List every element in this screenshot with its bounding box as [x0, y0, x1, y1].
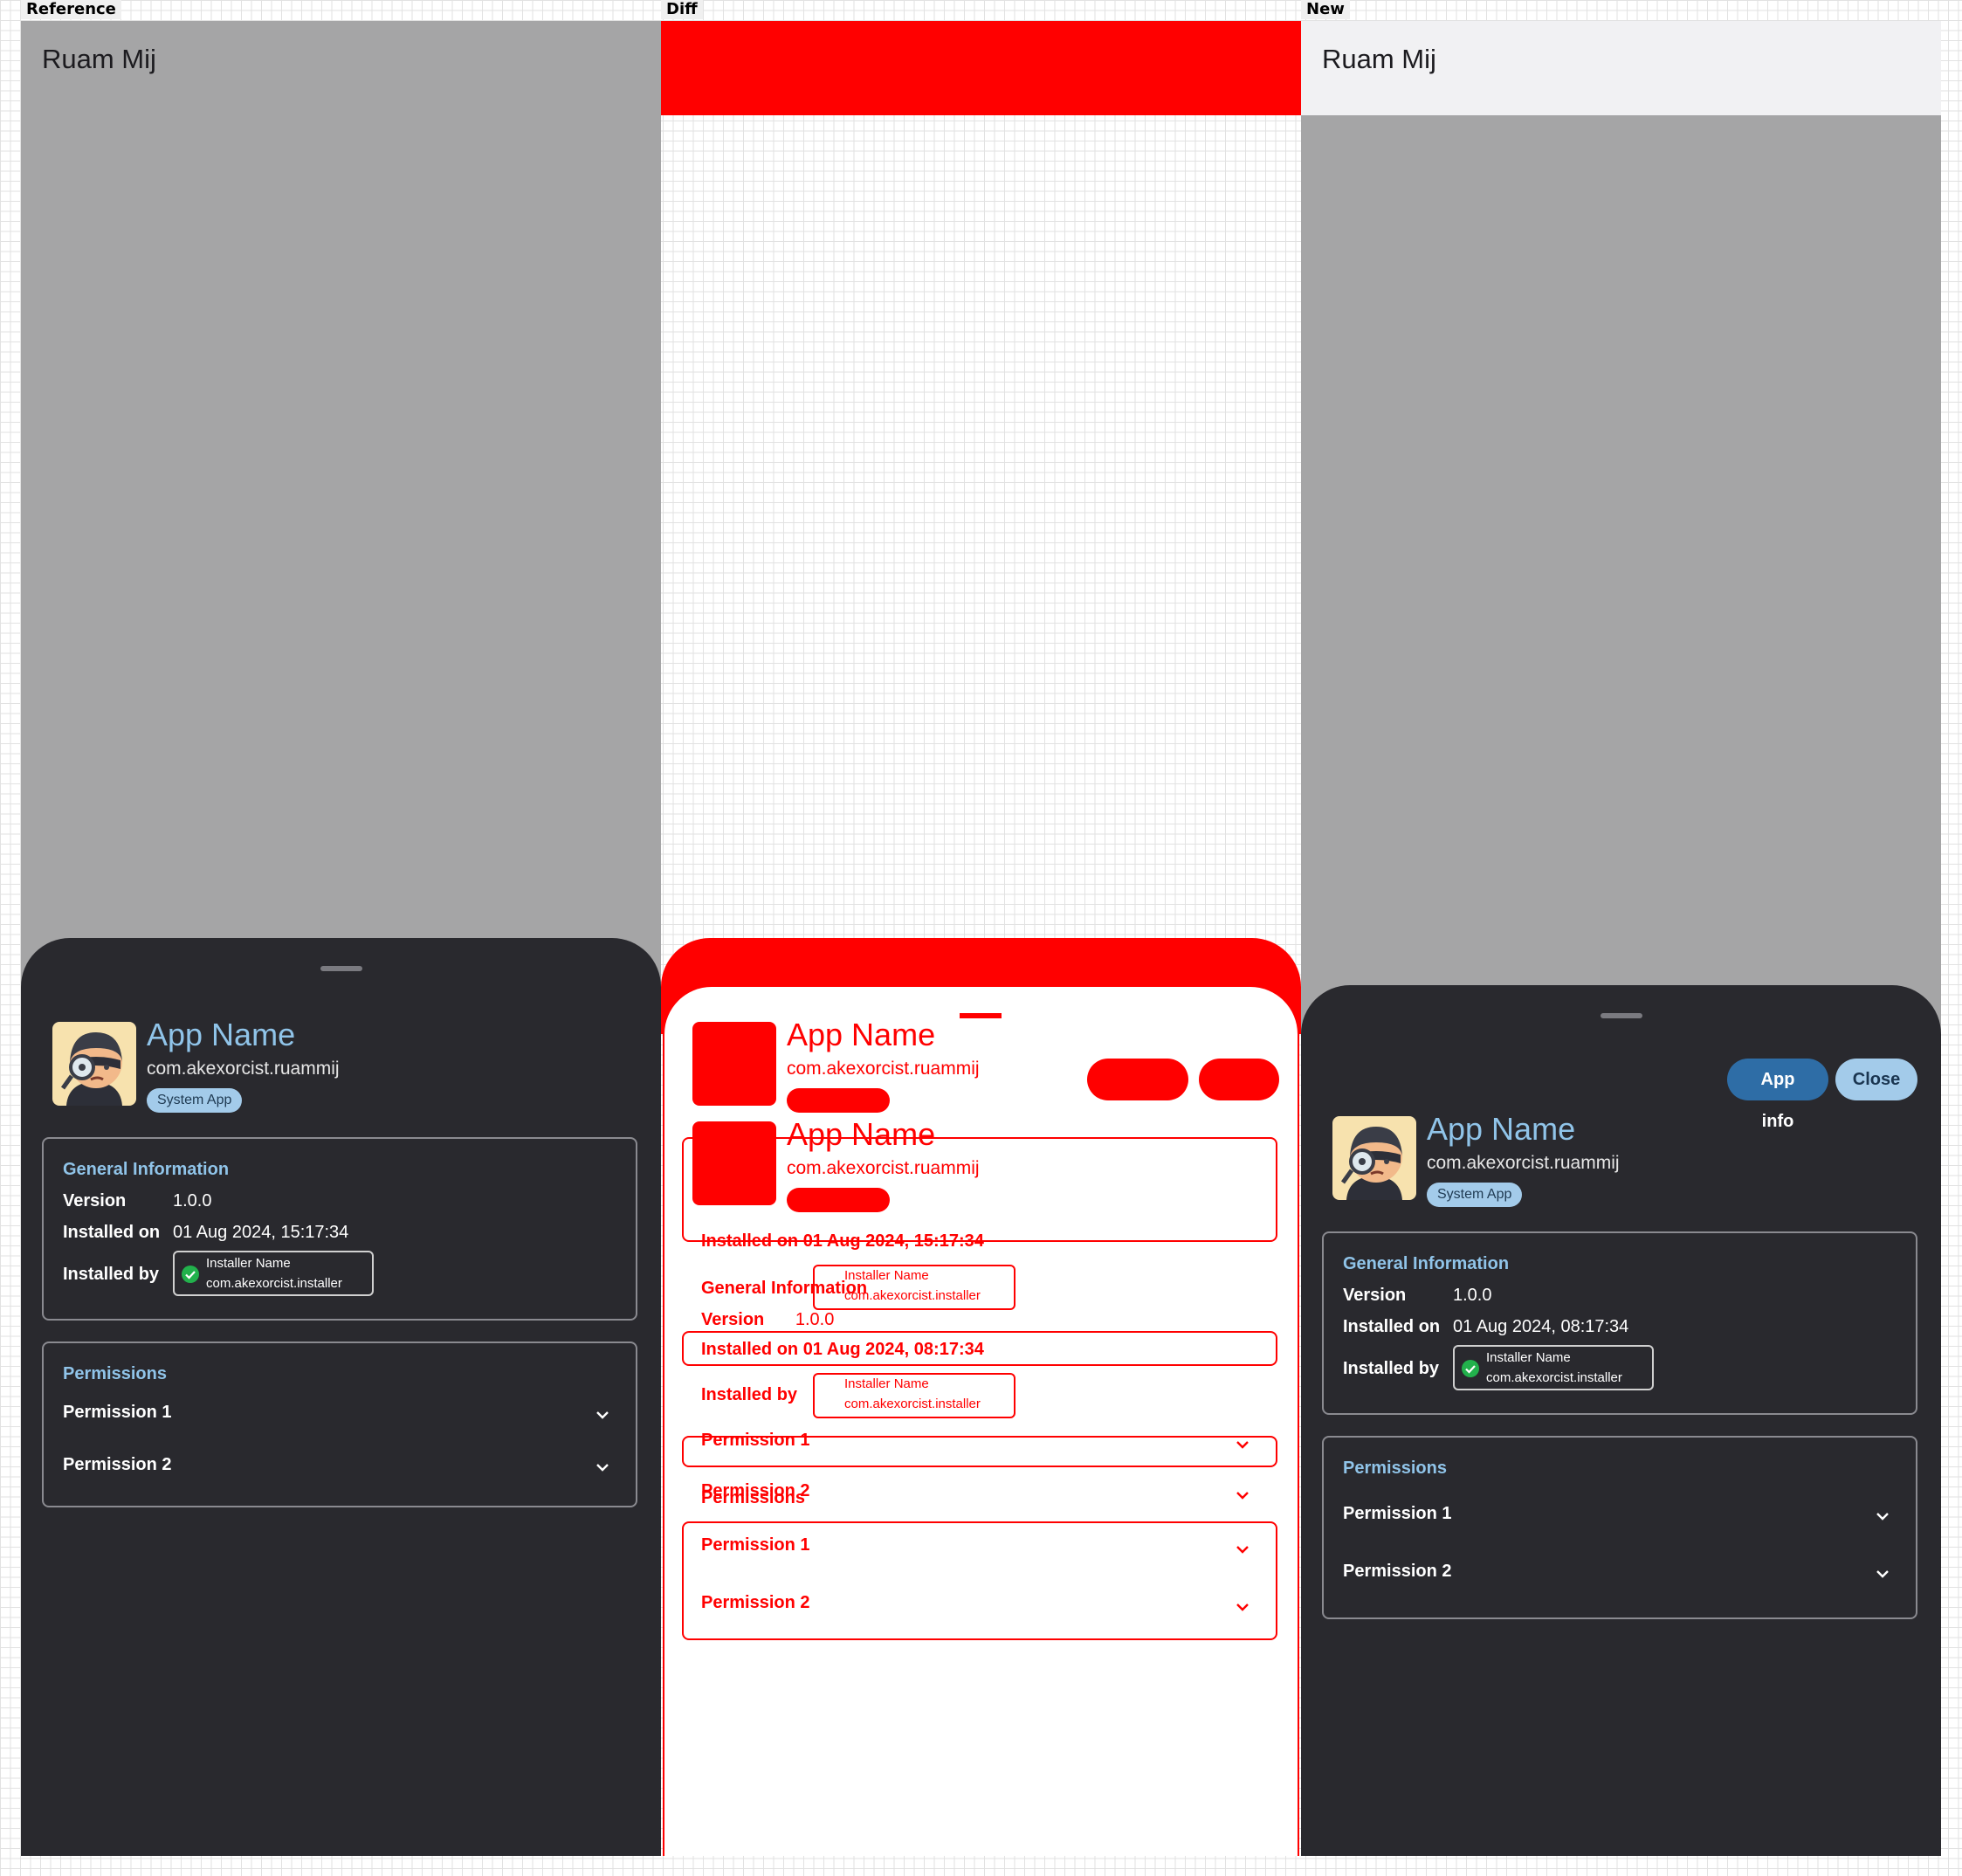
general-information-card: General Information Version 1.0.0 Instal… — [42, 1137, 637, 1321]
new-label: New — [1301, 0, 1350, 19]
check-circle-icon — [182, 1266, 199, 1283]
installed-on-label: Installed on — [1343, 1317, 1441, 1336]
installed-on-value: 01 Aug 2024, 08:17:34 — [1453, 1317, 1629, 1336]
chevron-down-icon[interactable] — [1874, 1565, 1891, 1583]
chevron-down-icon — [1236, 1441, 1249, 1449]
diff-installed-on-ref-value: 01 Aug 2024, 15:17:34 — [802, 1231, 984, 1251]
app-header: App Name com.akexorcist.ruammij System A… — [52, 1017, 629, 1113]
permission-item[interactable]: Permission 2 — [1324, 1556, 1916, 1591]
detective-avatar-icon — [52, 1022, 136, 1106]
app-title: Ruam Mij — [1322, 44, 1436, 74]
installer-chip[interactable]: Installer Name com.akexorcist.installer — [1453, 1345, 1654, 1390]
diff-permission-1: Permission 1 — [701, 1431, 810, 1450]
permissions-title: Permissions — [63, 1364, 167, 1383]
version-value: 1.0.0 — [173, 1191, 212, 1210]
diff-handle — [960, 1013, 1002, 1018]
general-information-card: General Information Version 1.0.0 Instal… — [1322, 1231, 1917, 1415]
reference-label: Reference — [21, 0, 121, 19]
app-bar: Ruam Mij — [1301, 21, 1941, 115]
chevron-down-icon — [1236, 1492, 1249, 1500]
diff-installed-on-new: Installed on 01 Aug 2024, 08:17:34 — [701, 1340, 984, 1360]
version-label: Version — [1343, 1286, 1407, 1305]
version-value: 1.0.0 — [1453, 1286, 1492, 1305]
installer-name: Installer Name — [1486, 1350, 1571, 1365]
bottom-sheet[interactable]: App Name com.akexorcist.ruammij System A… — [21, 938, 661, 1856]
permission-label: Permission 1 — [1343, 1504, 1452, 1523]
diff-installer-package: com.akexorcist.installer — [844, 1288, 981, 1303]
diff-app-icon — [692, 1022, 776, 1106]
installer-package: com.akexorcist.installer — [206, 1276, 342, 1291]
installer-name: Installer Name — [206, 1256, 291, 1271]
app-bar: Ruam Mij — [21, 21, 661, 115]
app-name: App Name — [147, 1017, 296, 1052]
reference-screen: Ruam Mij App Name com.akexorcist.ruammij… — [21, 21, 661, 1856]
permission-item[interactable]: Permission 1 — [1324, 1499, 1916, 1534]
app-name: App Name — [1427, 1111, 1576, 1147]
installed-by-label: Installed by — [1343, 1359, 1440, 1378]
chevron-down-icon — [1236, 1546, 1249, 1554]
close-button[interactable]: Close — [1835, 1059, 1917, 1100]
general-information-title: General Information — [63, 1160, 230, 1179]
diff-permissions-title: Permissions — [701, 1488, 805, 1507]
comparison-canvas: Reference Diff New Ruam Mij App Name com… — [0, 0, 1962, 1876]
permissions-card: Permissions Permission 1 Permission 2 — [42, 1341, 637, 1507]
package-name: com.akexorcist.ruammij — [1427, 1153, 1620, 1173]
diff-installer-package-new: com.akexorcist.installer — [844, 1397, 981, 1411]
permissions-card: Permissions Permission 1 Permission 2 — [1322, 1436, 1917, 1619]
installed-on-label: Installed on — [63, 1223, 161, 1242]
diff-installer-name: Installer Name — [844, 1268, 929, 1283]
bottom-sheet[interactable]: App info Close App Name com.akexorcist.r… — [1301, 985, 1941, 1856]
permission-item[interactable]: Permission 1 — [44, 1397, 636, 1432]
chevron-down-icon — [1236, 1604, 1249, 1611]
installer-package: com.akexorcist.installer — [1486, 1370, 1622, 1385]
chevron-down-icon[interactable] — [594, 1459, 611, 1476]
permission-label: Permission 1 — [63, 1403, 172, 1422]
diff-version: Version 1.0.0 — [701, 1310, 834, 1330]
diff-installer-name-new: Installer Name — [844, 1376, 929, 1391]
permission-item[interactable]: Permission 2 — [44, 1450, 636, 1485]
diff-label: Diff — [661, 0, 703, 19]
app-info-button[interactable]: App info — [1727, 1059, 1828, 1131]
diff-general-card — [682, 1137, 1277, 1242]
diff-permission-2-new: Permission 2 — [701, 1593, 810, 1612]
diff-sheet — [663, 985, 1299, 1856]
chevron-down-icon[interactable] — [594, 1406, 611, 1424]
drag-handle[interactable] — [1600, 1013, 1642, 1018]
chevron-down-icon[interactable] — [1874, 1507, 1891, 1525]
drag-handle[interactable] — [320, 966, 362, 971]
diff-version-label: Version — [701, 1310, 765, 1329]
diff-installed-on-label: Installed on — [701, 1231, 799, 1251]
detective-avatar-icon — [1332, 1116, 1416, 1200]
diff-version-value: 1.0.0 — [795, 1310, 835, 1329]
system-app-badge: System App — [1427, 1183, 1523, 1207]
diff-badge — [787, 1088, 890, 1113]
installer-chip[interactable]: Installer Name com.akexorcist.installer — [173, 1251, 374, 1296]
diff-installed-on-new-value: 01 Aug 2024, 08:17:34 — [802, 1340, 984, 1359]
diff-permission-1-new: Permission 1 — [701, 1535, 810, 1555]
system-app-badge: System App — [147, 1088, 243, 1113]
diff-app-bar — [661, 21, 1301, 115]
installed-by-label: Installed by — [63, 1265, 160, 1284]
diff-installed-on-label-new: Installed on — [701, 1340, 799, 1359]
app-title: Ruam Mij — [42, 44, 156, 74]
package-name: com.akexorcist.ruammij — [147, 1059, 340, 1079]
diff-close-button — [1199, 1059, 1279, 1100]
diff-installed-on-ref: Installed on 01 Aug 2024, 15:17:34 — [701, 1231, 984, 1252]
general-information-title: General Information — [1343, 1254, 1510, 1273]
diff-package: com.akexorcist.ruammij — [787, 1059, 980, 1079]
check-circle-icon — [1462, 1360, 1479, 1377]
diff-installed-by: Installed by — [701, 1385, 798, 1404]
diff-app-info-button — [1087, 1059, 1188, 1100]
diff-screen: App Name com.akexorcist.ruammij App Name… — [661, 21, 1301, 1856]
permission-label: Permission 2 — [1343, 1562, 1452, 1581]
permissions-title: Permissions — [1343, 1459, 1447, 1478]
diff-app-name: App Name — [787, 1017, 936, 1052]
new-screen: Ruam Mij App info Close App Name com.ake… — [1301, 21, 1941, 1856]
permission-label: Permission 2 — [63, 1455, 172, 1474]
version-label: Version — [63, 1191, 127, 1210]
app-header: App Name com.akexorcist.ruammij System A… — [1332, 1111, 1909, 1207]
installed-on-value: 01 Aug 2024, 15:17:34 — [173, 1223, 349, 1242]
